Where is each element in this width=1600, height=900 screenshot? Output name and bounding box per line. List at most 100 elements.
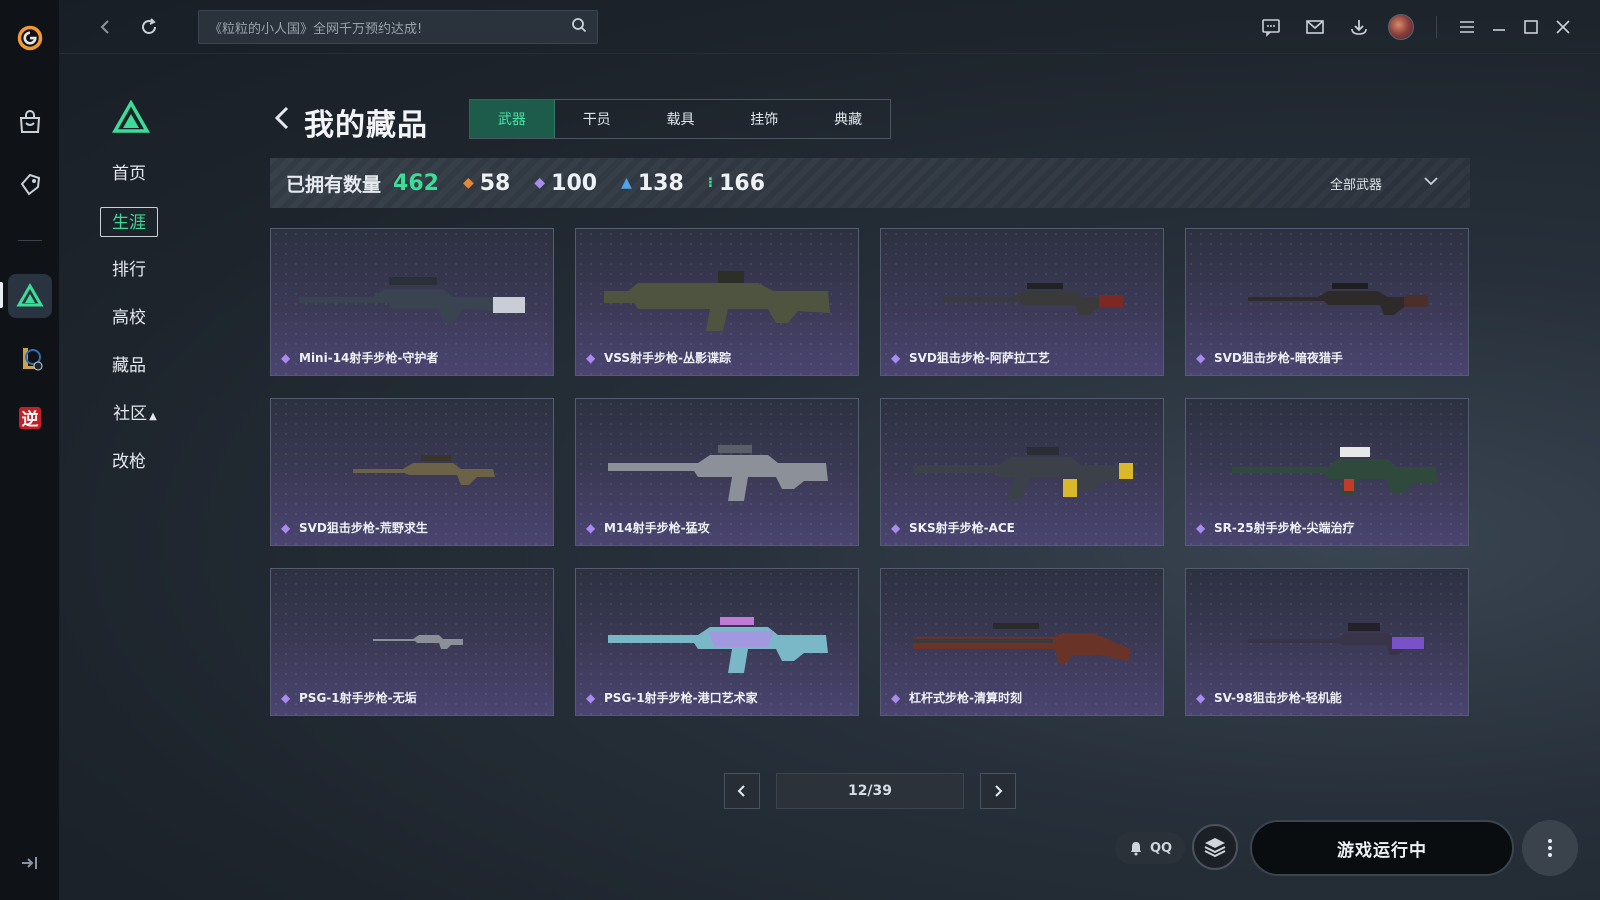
weapon-image [913, 623, 1131, 663]
chevron-down-icon [1382, 172, 1440, 194]
weapon-card[interactable]: ◆ Mini-14射手步枪-守护者 [270, 228, 554, 376]
layers-icon [1204, 838, 1226, 858]
nav-item-ranking[interactable]: 排行 [100, 255, 158, 285]
collapse-icon[interactable] [18, 852, 40, 874]
weapon-card[interactable]: ◆ SR-25射手步枪-尖端治疗 [1185, 398, 1469, 546]
weapon-card[interactable]: ◆ M14射手步枪-猛攻 [575, 398, 859, 546]
mail-icon[interactable] [1300, 12, 1330, 42]
rarity-icon: ◆ [281, 691, 291, 705]
next-page-button[interactable] [980, 773, 1016, 809]
launch-game-button[interactable]: 游戏运行中 [1250, 820, 1514, 876]
page-title: 我的藏品 [304, 108, 428, 143]
rarity-icon: ◆ [1196, 351, 1206, 365]
rarity-icon: ◆ [1196, 691, 1206, 705]
league-icon[interactable] [8, 336, 52, 380]
delta-brand-icon [111, 99, 151, 134]
search-placeholder: 《粒粒的小人国》全网千万预约达成! [209, 21, 423, 37]
tab-charms[interactable]: 挂饰 [722, 100, 806, 138]
maximize-icon[interactable] [1516, 12, 1546, 42]
diamond-blue-icon: ▲ [621, 175, 632, 191]
nav-item-collection[interactable]: 藏品 [100, 351, 158, 381]
chat-icon[interactable] [1256, 12, 1286, 42]
app-logo-icon[interactable] [8, 16, 52, 60]
tab-operators[interactable]: 干员 [555, 100, 639, 138]
stat-purple: ◆ 100 [534, 171, 597, 196]
stats-bar: 已拥有数量 462 ◆ 58 ◆ 100 ▲ 138 ⁝ 166 全部武器 [270, 158, 1470, 208]
nav-item-modify-gun[interactable]: 改枪 [100, 447, 158, 477]
qq-button[interactable]: QQ [1115, 832, 1185, 864]
weapon-card[interactable]: ◆ VSS射手步枪-丛影谍踪 [575, 228, 859, 376]
weapon-card[interactable]: ◆ PSG-1射手步枪-港口艺术家 [575, 568, 859, 716]
rarity-icon: ◆ [281, 351, 291, 365]
rail-active-marker [0, 282, 3, 308]
page-indicator: 12/39 [776, 773, 964, 809]
weapon-image [943, 283, 1123, 315]
stat-orange: ◆ 58 [463, 171, 510, 196]
weapon-card[interactable]: ◆ SVD狙击步枪-阿萨拉工艺 [880, 228, 1164, 376]
dot-green-icon: ⁝ [707, 175, 714, 191]
tab-weapons[interactable]: 武器 [470, 100, 555, 138]
tag-icon[interactable] [8, 162, 52, 206]
svg-text:逆: 逆 [22, 409, 39, 430]
rarity-icon: ◆ [1196, 521, 1206, 535]
stat-orange-value: 58 [479, 170, 511, 196]
chevron-left-icon [737, 785, 745, 797]
minimize-icon[interactable] [1484, 12, 1514, 42]
topbar-divider [1436, 16, 1437, 38]
search-input[interactable]: 《粒粒的小人国》全网千万预约达成! [198, 10, 598, 44]
nav-item-community[interactable]: 社区 ▲ [100, 399, 170, 429]
weapon-name: Mini-14射手步枪-守护者 [299, 351, 439, 365]
rarity-icon: ◆ [586, 351, 596, 365]
game-delta-icon[interactable] [8, 274, 52, 318]
weapon-card[interactable]: ◆ SVD狙击步枪-荒野求生 [270, 398, 554, 546]
weapon-card[interactable]: ◆ PSG-1射手步枪-无垢 [270, 568, 554, 716]
tab-vehicles[interactable]: 载具 [639, 100, 723, 138]
weapon-name: SV-98狙击步枪-轻机能 [1214, 691, 1342, 705]
weapon-image [1248, 283, 1428, 315]
weapon-name: SR-25射手步枪-尖端治疗 [1214, 521, 1355, 535]
store-icon[interactable] [8, 100, 52, 144]
weapon-name: PSG-1射手步枪-港口艺术家 [604, 691, 758, 705]
weapon-card[interactable]: ◆ 杠杆式步枪-清算时刻 [880, 568, 1164, 716]
nav-item-home[interactable]: 首页 [100, 159, 158, 189]
filter-label: 全部武器 [1329, 177, 1382, 193]
stat-purple-value: 100 [551, 170, 598, 196]
owned-value: 462 [393, 170, 439, 196]
weapon-image [1248, 623, 1426, 655]
weapon-name: 杠杆式步枪-清算时刻 [909, 691, 1022, 705]
nav-item-career[interactable]: 生涯 [100, 207, 158, 237]
stat-green-value: 166 [719, 170, 766, 196]
layers-button[interactable] [1192, 824, 1238, 870]
weapon-card[interactable]: ◆ SKS射手步枪-ACE [880, 398, 1164, 546]
weapon-card[interactable]: ◆ SV-98狙击步枪-轻机能 [1185, 568, 1469, 716]
weapon-card[interactable]: ◆ SVD狙击步枪-暗夜猎手 [1185, 228, 1469, 376]
weapon-image [353, 455, 495, 485]
ni-game-icon[interactable]: 逆 [8, 396, 52, 440]
weapon-name: SKS射手步枪-ACE [909, 521, 1015, 535]
refresh-icon[interactable] [134, 12, 164, 42]
menu-icon[interactable] [1452, 12, 1482, 42]
close-icon[interactable] [1548, 12, 1578, 42]
weapon-filter-dropdown[interactable]: 全部武器 [1330, 158, 1440, 208]
rarity-icon: ◆ [891, 521, 901, 535]
stat-blue: ▲ 138 [621, 171, 684, 196]
tab-archive[interactable]: 典藏 [806, 100, 890, 138]
prev-page-button[interactable] [724, 773, 760, 809]
download-icon[interactable] [1344, 12, 1374, 42]
diamond-orange-icon: ◆ [462, 175, 474, 191]
weapon-image [1232, 447, 1438, 495]
search-icon[interactable] [571, 17, 587, 37]
rarity-icon: ◆ [891, 351, 901, 365]
more-options-button[interactable] [1522, 820, 1578, 876]
back-icon[interactable] [90, 12, 120, 42]
chevron-up-icon: ▲ [149, 411, 157, 422]
weapon-name: SVD狙击步枪-暗夜猎手 [1214, 351, 1343, 365]
chevron-left-icon[interactable] [272, 104, 292, 132]
avatar[interactable] [1388, 14, 1414, 40]
stat-blue-value: 138 [637, 170, 684, 196]
chevron-right-icon [995, 785, 1003, 797]
weapon-name: PSG-1射手步枪-无垢 [299, 691, 417, 705]
bell-icon [1130, 842, 1141, 856]
nav-item-college[interactable]: 高校 [100, 303, 158, 333]
top-bar: 《粒粒的小人国》全网千万预约达成! [60, 0, 1600, 54]
